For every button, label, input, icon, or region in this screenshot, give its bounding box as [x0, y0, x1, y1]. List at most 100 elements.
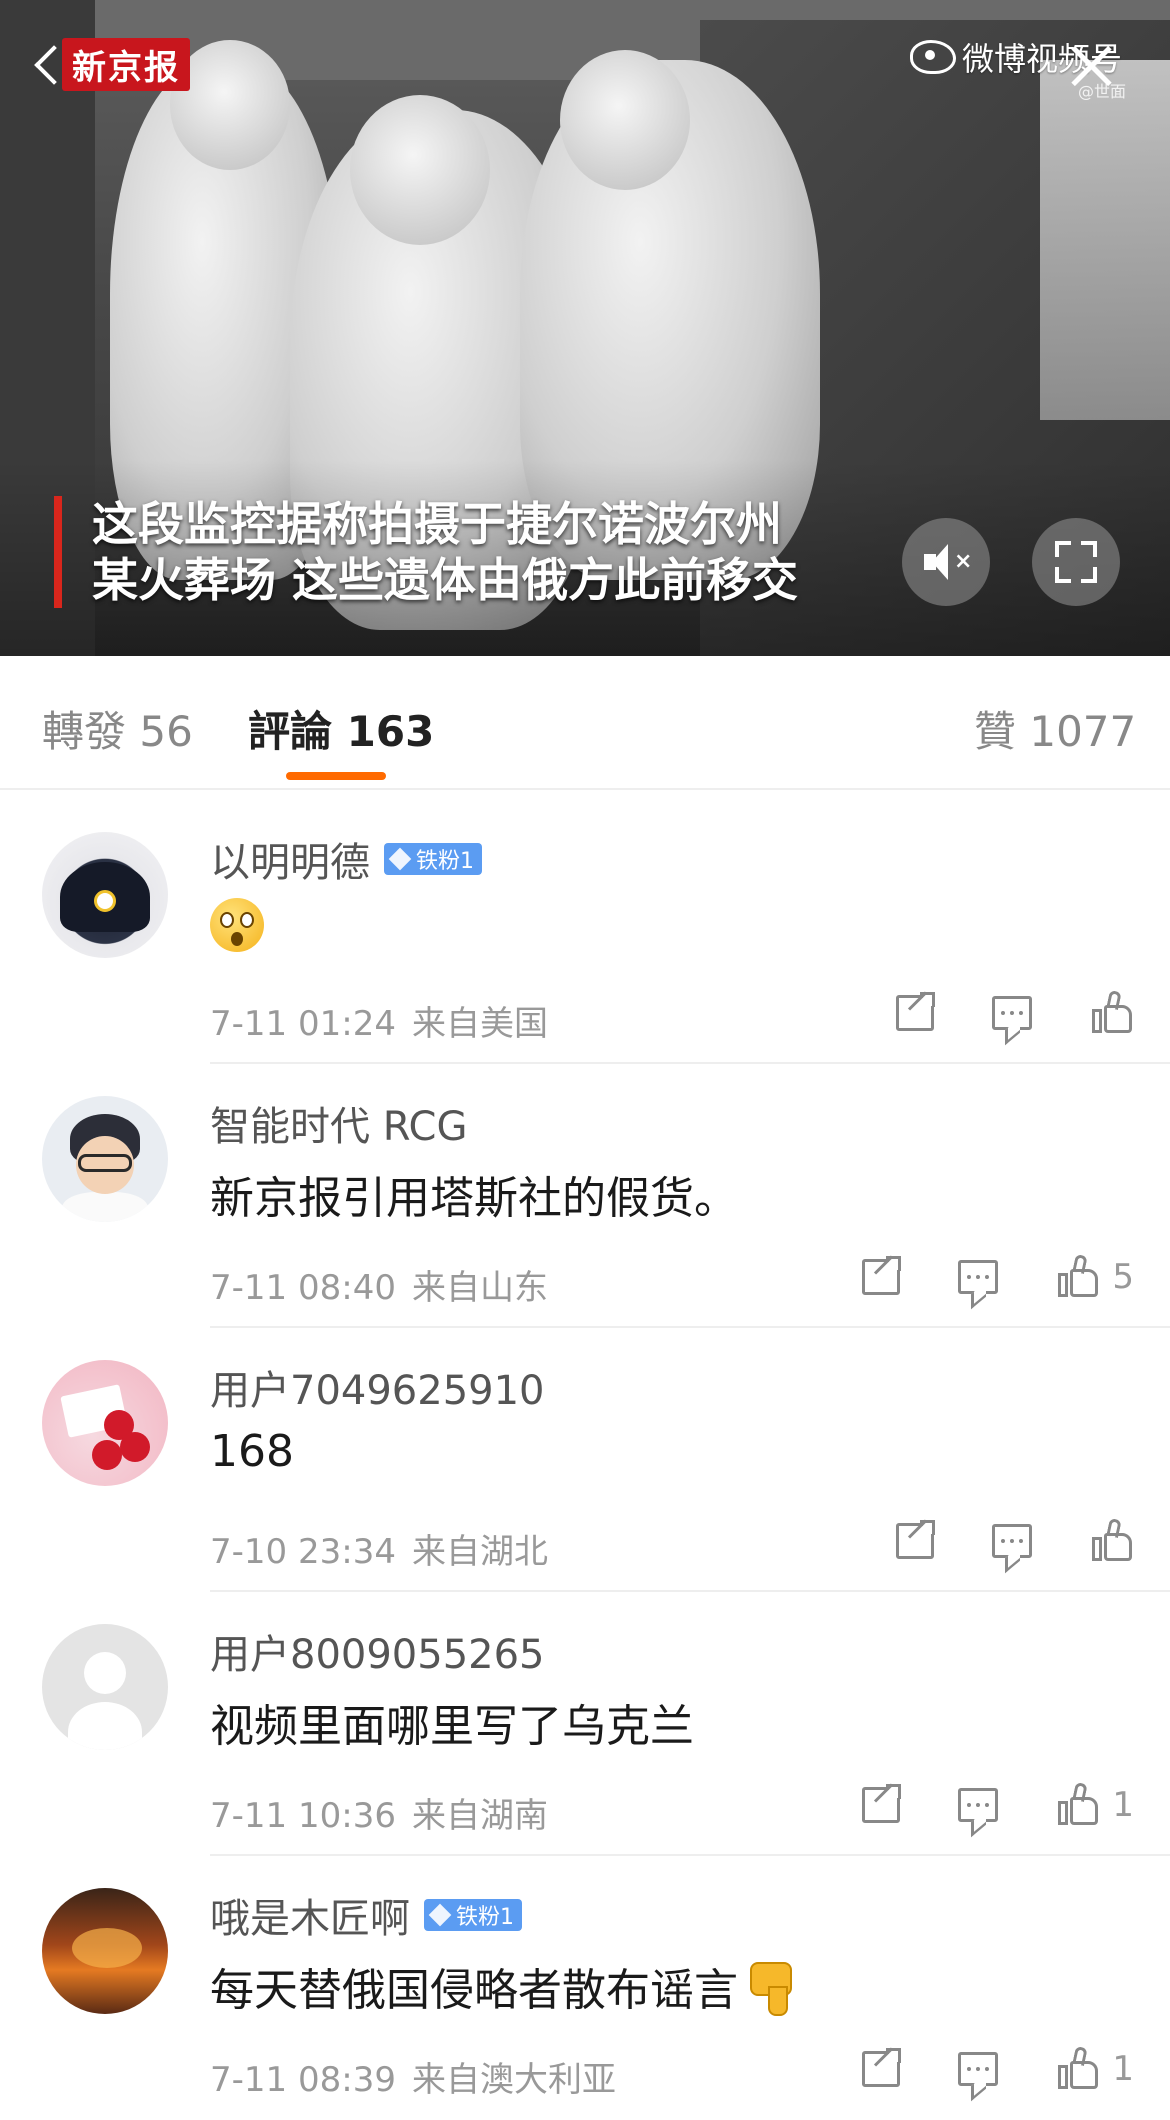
reply-button[interactable]: [958, 1788, 999, 1838]
comment-item: 以明明德 铁粉1 7-11 01:24 来自美国: [0, 800, 1170, 1064]
default-avatar[interactable]: [42, 1624, 168, 1750]
reply-icon: [992, 1524, 1032, 1574]
thumbs-up-icon: [1090, 989, 1134, 1035]
comment-time: 7-10 23:34: [210, 1532, 396, 1572]
comment-text-body: 每天替俄国侵略者散布谣言: [210, 1965, 738, 2016]
comment-actions: 1: [804, 1770, 1134, 1840]
back-button[interactable]: 新京报: [34, 37, 190, 91]
username-text: 用户7049625910: [210, 1368, 545, 1414]
comment-meta: 7-10 23:34 来自湖北: [210, 1524, 548, 1573]
like-count: 5: [1112, 1257, 1134, 1297]
tab-likes[interactable]: 贊 1077: [974, 698, 1136, 759]
avatar[interactable]: [42, 1888, 168, 2014]
share-button[interactable]: [862, 2047, 904, 2087]
tab-comments[interactable]: 評論 163: [248, 698, 434, 759]
reply-button[interactable]: [992, 996, 1032, 1046]
mute-button[interactable]: ×: [902, 518, 990, 606]
share-icon: [862, 2047, 904, 2087]
share-button[interactable]: [862, 1255, 904, 1295]
thumbs-up-icon: [1056, 1253, 1100, 1299]
like-button[interactable]: 5: [1056, 1253, 1134, 1299]
comment-location: 来自美国: [411, 1004, 548, 1044]
comment-time: 7-11 10:36: [210, 1796, 396, 1836]
like-count: 1: [1112, 1785, 1134, 1825]
comment-text: 视频里面哪里写了乌克兰: [210, 1701, 694, 1752]
fan-badge: 铁粉1: [384, 843, 482, 875]
close-button[interactable]: [1066, 40, 1116, 90]
comment-text: 新京报引用塔斯社的假货。: [210, 1173, 738, 1224]
username-text: 用户8009055265: [210, 1632, 545, 1678]
reply-icon: [958, 2052, 999, 2102]
video-caption: 这段监控据称拍摄于捷尔诺波尔州 某火葬场 这些遗体由俄方此前移交: [54, 496, 798, 608]
reply-button[interactable]: [958, 2052, 999, 2102]
avatar[interactable]: [42, 1360, 168, 1486]
comment-time: 7-11 08:40: [210, 1268, 396, 1308]
comment-time: 7-11 08:39: [210, 2060, 396, 2100]
video-figure-hood: [560, 50, 690, 190]
fullscreen-button[interactable]: [1032, 518, 1120, 606]
username-text: 以明明德: [210, 840, 370, 886]
reply-icon: [992, 996, 1032, 1046]
comment-username[interactable]: 智能时代 RCG: [210, 1094, 467, 1152]
interaction-tabs: 轉發 56 評論 163 贊 1077: [0, 656, 1170, 790]
active-tab-indicator: [286, 772, 386, 780]
username-text: 哦是木匠啊: [210, 1896, 410, 1942]
like-button[interactable]: 1: [1056, 2045, 1134, 2091]
tab-reposts[interactable]: 轉發 56: [42, 698, 193, 759]
fan-badge-label: 铁粉1: [456, 1905, 514, 1930]
comment-location: 来自湖北: [411, 1532, 548, 1572]
thumbs-up-icon: [1056, 2045, 1100, 2091]
speaker-muted-icon: ×: [924, 544, 972, 580]
reply-button[interactable]: [958, 1260, 999, 1310]
diamond-icon: [388, 847, 412, 871]
video-figure-hood: [350, 95, 490, 245]
fan-badge: 铁粉1: [424, 1899, 522, 1931]
comment-meta: 7-11 10:36 来自湖南: [210, 1788, 548, 1837]
share-icon: [896, 991, 937, 1031]
fan-badge-label: 铁粉1: [416, 849, 474, 874]
share-button[interactable]: [862, 1783, 904, 1823]
thumbs-up-icon: [1056, 1781, 1100, 1827]
like-button[interactable]: [1090, 989, 1134, 1035]
caption-line-1: 这段监控据称拍摄于捷尔诺波尔州: [92, 497, 782, 551]
comment-item: 哦是木匠啊 铁粉1 每天替俄国侵略者散布谣言 7-11 08:39 来自澳大利亚 …: [0, 1856, 1170, 2120]
share-button[interactable]: [896, 991, 937, 1031]
thumbs-up-icon: [1090, 1517, 1134, 1563]
share-button[interactable]: [896, 1519, 937, 1559]
comment-text: 168: [210, 1426, 294, 1477]
thumbs-down-icon: [746, 1958, 802, 2016]
comment-location: 来自澳大利亚: [411, 2060, 616, 2100]
comment-item: 用户7049625910 168 7-10 23:34 来自湖北: [0, 1328, 1170, 1592]
astonished-face-icon: [210, 898, 264, 952]
comment-item: 智能时代 RCG 新京报引用塔斯社的假货。 7-11 08:40 来自山东 5: [0, 1064, 1170, 1328]
comment-meta: 7-11 08:40 来自山东: [210, 1260, 548, 1309]
reply-icon: [958, 1260, 999, 1310]
like-button[interactable]: [1090, 1517, 1134, 1563]
fullscreen-icon: [1055, 541, 1097, 583]
comment-actions: 5: [804, 1242, 1134, 1312]
share-icon: [896, 1519, 937, 1559]
comment-username[interactable]: 用户7049625910: [210, 1358, 545, 1416]
like-button[interactable]: 1: [1056, 1781, 1134, 1827]
share-icon: [862, 1255, 904, 1295]
username-text: 智能时代 RCG: [210, 1104, 468, 1150]
comment-location: 来自山东: [411, 1268, 548, 1308]
comment-username[interactable]: 用户8009055265: [210, 1622, 545, 1680]
reply-button[interactable]: [992, 1524, 1032, 1574]
reply-icon: [958, 1788, 999, 1838]
weibo-logo-icon: [910, 40, 956, 74]
comment-username[interactable]: 以明明德 铁粉1: [210, 830, 482, 888]
comment-item: 用户8009055265 视频里面哪里写了乌克兰 7-11 10:36 来自湖南 …: [0, 1592, 1170, 1856]
avatar[interactable]: [42, 1096, 168, 1222]
like-count: 1: [1112, 2049, 1134, 2089]
video-player[interactable]: 新京报 微博视频号 @世面 这段监控据称拍摄于捷尔诺波尔州 某火葬场 这些遗体由…: [0, 0, 1170, 656]
comment-actions: [838, 1506, 1134, 1576]
news-logo: 新京报: [62, 37, 190, 91]
comment-username[interactable]: 哦是木匠啊 铁粉1: [210, 1886, 522, 1944]
avatar[interactable]: [42, 832, 168, 958]
diamond-icon: [428, 1903, 452, 1927]
comment-time: 7-11 01:24: [210, 1004, 396, 1044]
comment-text: 每天替俄国侵略者散布谣言: [210, 1954, 802, 2018]
comment-actions: [838, 978, 1134, 1048]
comment-meta: 7-11 01:24 来自美国: [210, 996, 548, 1045]
